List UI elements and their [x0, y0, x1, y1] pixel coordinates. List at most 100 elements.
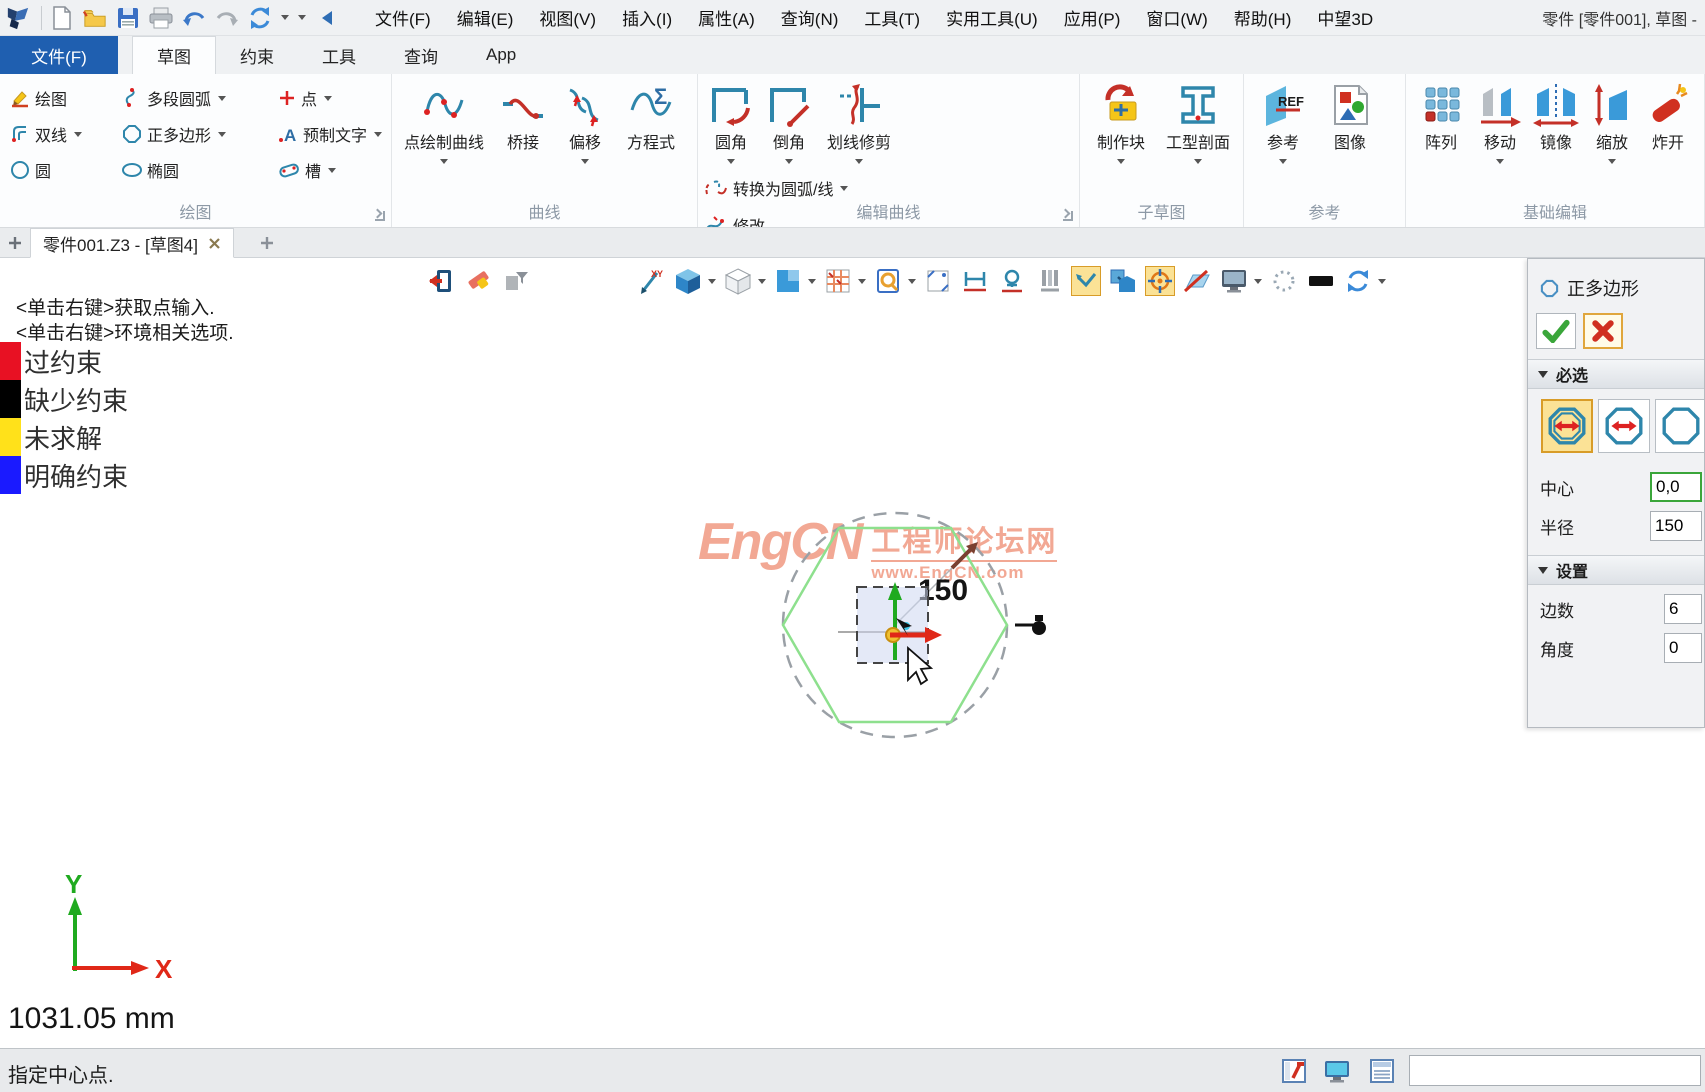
menu-window[interactable]: 窗口(W) [1133, 5, 1220, 30]
dropdown-caret[interactable] [758, 279, 766, 284]
close-icon[interactable] [208, 237, 221, 250]
dropdown-caret[interactable] [1254, 279, 1262, 284]
ok-button[interactable] [1536, 313, 1576, 349]
dropdown-caret[interactable] [328, 168, 336, 173]
ribbon-button-image[interactable]: 图像 [1318, 78, 1382, 164]
dropdown-caret[interactable] [1378, 279, 1386, 284]
toolbox-button[interactable] [1280, 1057, 1308, 1085]
ribbon-button-move[interactable]: 移动 [1472, 78, 1528, 164]
wireframe-view-button[interactable] [723, 266, 753, 296]
regenerate-button[interactable] [1343, 266, 1373, 296]
xy-plane-button[interactable]: XY [636, 266, 666, 296]
open-file-button[interactable] [83, 6, 107, 30]
ribbon-button-i-section[interactable]: 工型剖面 [1158, 78, 1238, 164]
sides-input[interactable] [1664, 594, 1702, 624]
auto-constraint-button[interactable] [1145, 266, 1175, 296]
horizontal-dimension-button[interactable] [960, 266, 990, 296]
menu-edit[interactable]: 编辑(E) [444, 5, 527, 30]
ribbon-button-circle[interactable]: 圆 [10, 158, 122, 182]
project-reference-button[interactable] [1108, 266, 1138, 296]
sketch-canvas[interactable]: XY [0, 258, 1705, 1048]
menu-help[interactable]: 帮助(H) [1221, 5, 1305, 30]
tab-inquire[interactable]: 查询 [380, 36, 462, 74]
ribbon-button-scale[interactable]: 缩放 [1584, 78, 1640, 164]
ribbon-button-fillet[interactable]: 圆角 [702, 78, 760, 164]
ribbon-button-mirror[interactable]: 镜像 [1528, 78, 1584, 164]
mode-circumscribed-button[interactable] [1598, 399, 1650, 453]
menu-tools[interactable]: 工具(T) [851, 5, 933, 30]
ribbon-button-slot[interactable]: 槽 [278, 158, 396, 182]
shaded-view-button[interactable] [673, 266, 703, 296]
undo-button[interactable] [182, 6, 206, 30]
dropdown-caret[interactable] [840, 186, 848, 191]
section-required[interactable]: 必选 [1528, 359, 1704, 389]
ribbon-button-pattern[interactable]: 阵列 [1410, 78, 1472, 164]
dialog-launcher[interactable] [1063, 211, 1073, 221]
tab-sketch[interactable]: 草图 [132, 36, 216, 74]
grid-toggle-button[interactable] [823, 266, 853, 296]
monitor-button[interactable] [1323, 1057, 1351, 1085]
dropdown-caret[interactable] [374, 132, 382, 137]
menu-attributes[interactable]: 属性(A) [685, 5, 768, 30]
quickbar-options-caret[interactable] [298, 15, 306, 20]
polyline-mode-button[interactable] [1071, 266, 1101, 296]
radius-input[interactable] [1650, 511, 1702, 541]
angle-input[interactable] [1664, 633, 1702, 663]
dropdown-caret[interactable] [440, 159, 448, 164]
ribbon-button-double-line[interactable]: 双线 [10, 122, 122, 146]
eraser-button[interactable] [463, 266, 493, 296]
tab-constraint[interactable]: 约束 [216, 36, 298, 74]
ribbon-button-explode[interactable]: 炸开 [1640, 78, 1696, 164]
dotted-circle-button[interactable] [1269, 266, 1299, 296]
perimeter-dimension-button[interactable] [997, 266, 1027, 296]
dropdown-caret[interactable] [1194, 159, 1202, 164]
tab-app[interactable]: App [462, 36, 540, 74]
filter-button[interactable] [500, 266, 530, 296]
ribbon-button-polygon[interactable]: 正多边形 [122, 122, 278, 146]
regen-button[interactable] [248, 6, 272, 30]
tab-file[interactable]: 文件(F) [0, 36, 118, 74]
ribbon-button-reference[interactable]: REF 参考 [1248, 78, 1318, 164]
menu-view[interactable]: 视图(V) [526, 5, 609, 30]
cancel-button[interactable] [1583, 313, 1623, 349]
zoom-button[interactable] [873, 266, 903, 296]
dropdown-caret[interactable] [218, 96, 226, 101]
menu-applications[interactable]: 应用(P) [1051, 5, 1134, 30]
dropdown-caret[interactable] [708, 279, 716, 284]
dropdown-caret[interactable] [1608, 159, 1616, 164]
mode-edge-button[interactable] [1655, 399, 1705, 453]
tab-tools[interactable]: 工具 [298, 36, 380, 74]
dropdown-caret[interactable] [324, 96, 332, 101]
menu-file[interactable]: 文件(F) [362, 5, 444, 30]
tab-list-button[interactable] [0, 228, 30, 257]
collapse-button[interactable] [315, 6, 339, 30]
dialog-launcher[interactable] [375, 211, 385, 221]
menu-inquire[interactable]: 查询(N) [768, 5, 852, 30]
ribbon-button-draw[interactable]: 绘图 [10, 86, 122, 110]
frame-button[interactable] [923, 266, 953, 296]
dropdown-caret[interactable] [581, 159, 589, 164]
ribbon-button-polyarc[interactable]: 多段圆弧 [122, 86, 278, 110]
section-settings[interactable]: 设置 [1528, 555, 1704, 585]
center-input[interactable] [1650, 472, 1702, 502]
print-button[interactable] [149, 6, 173, 30]
new-document-tab-button[interactable] [252, 228, 282, 257]
ribbon-button-offset[interactable]: 偏移 [554, 78, 616, 164]
document-list-button[interactable] [1368, 1057, 1396, 1085]
document-tab[interactable]: 零件001.Z3 - [草图4] [30, 228, 234, 258]
display-mode-button[interactable] [1219, 266, 1249, 296]
line-width-button[interactable] [1306, 266, 1336, 296]
dropdown-caret[interactable] [1117, 159, 1125, 164]
dropdown-caret[interactable] [74, 132, 82, 137]
regen-dropdown-caret[interactable] [281, 15, 289, 20]
ribbon-button-make-block[interactable]: 制作块 [1084, 78, 1158, 164]
ribbon-button-chamfer[interactable]: 倒角 [760, 78, 818, 164]
exit-sketch-button[interactable] [426, 266, 456, 296]
dropdown-caret[interactable] [1496, 159, 1504, 164]
mode-inscribed-button[interactable] [1541, 399, 1593, 453]
ribbon-button-equation[interactable]: Σ 方程式 [616, 78, 686, 164]
redo-button[interactable] [215, 6, 239, 30]
new-file-button[interactable] [50, 6, 74, 30]
dropdown-caret[interactable] [1279, 159, 1287, 164]
ribbon-button-point[interactable]: 点 [278, 86, 396, 110]
